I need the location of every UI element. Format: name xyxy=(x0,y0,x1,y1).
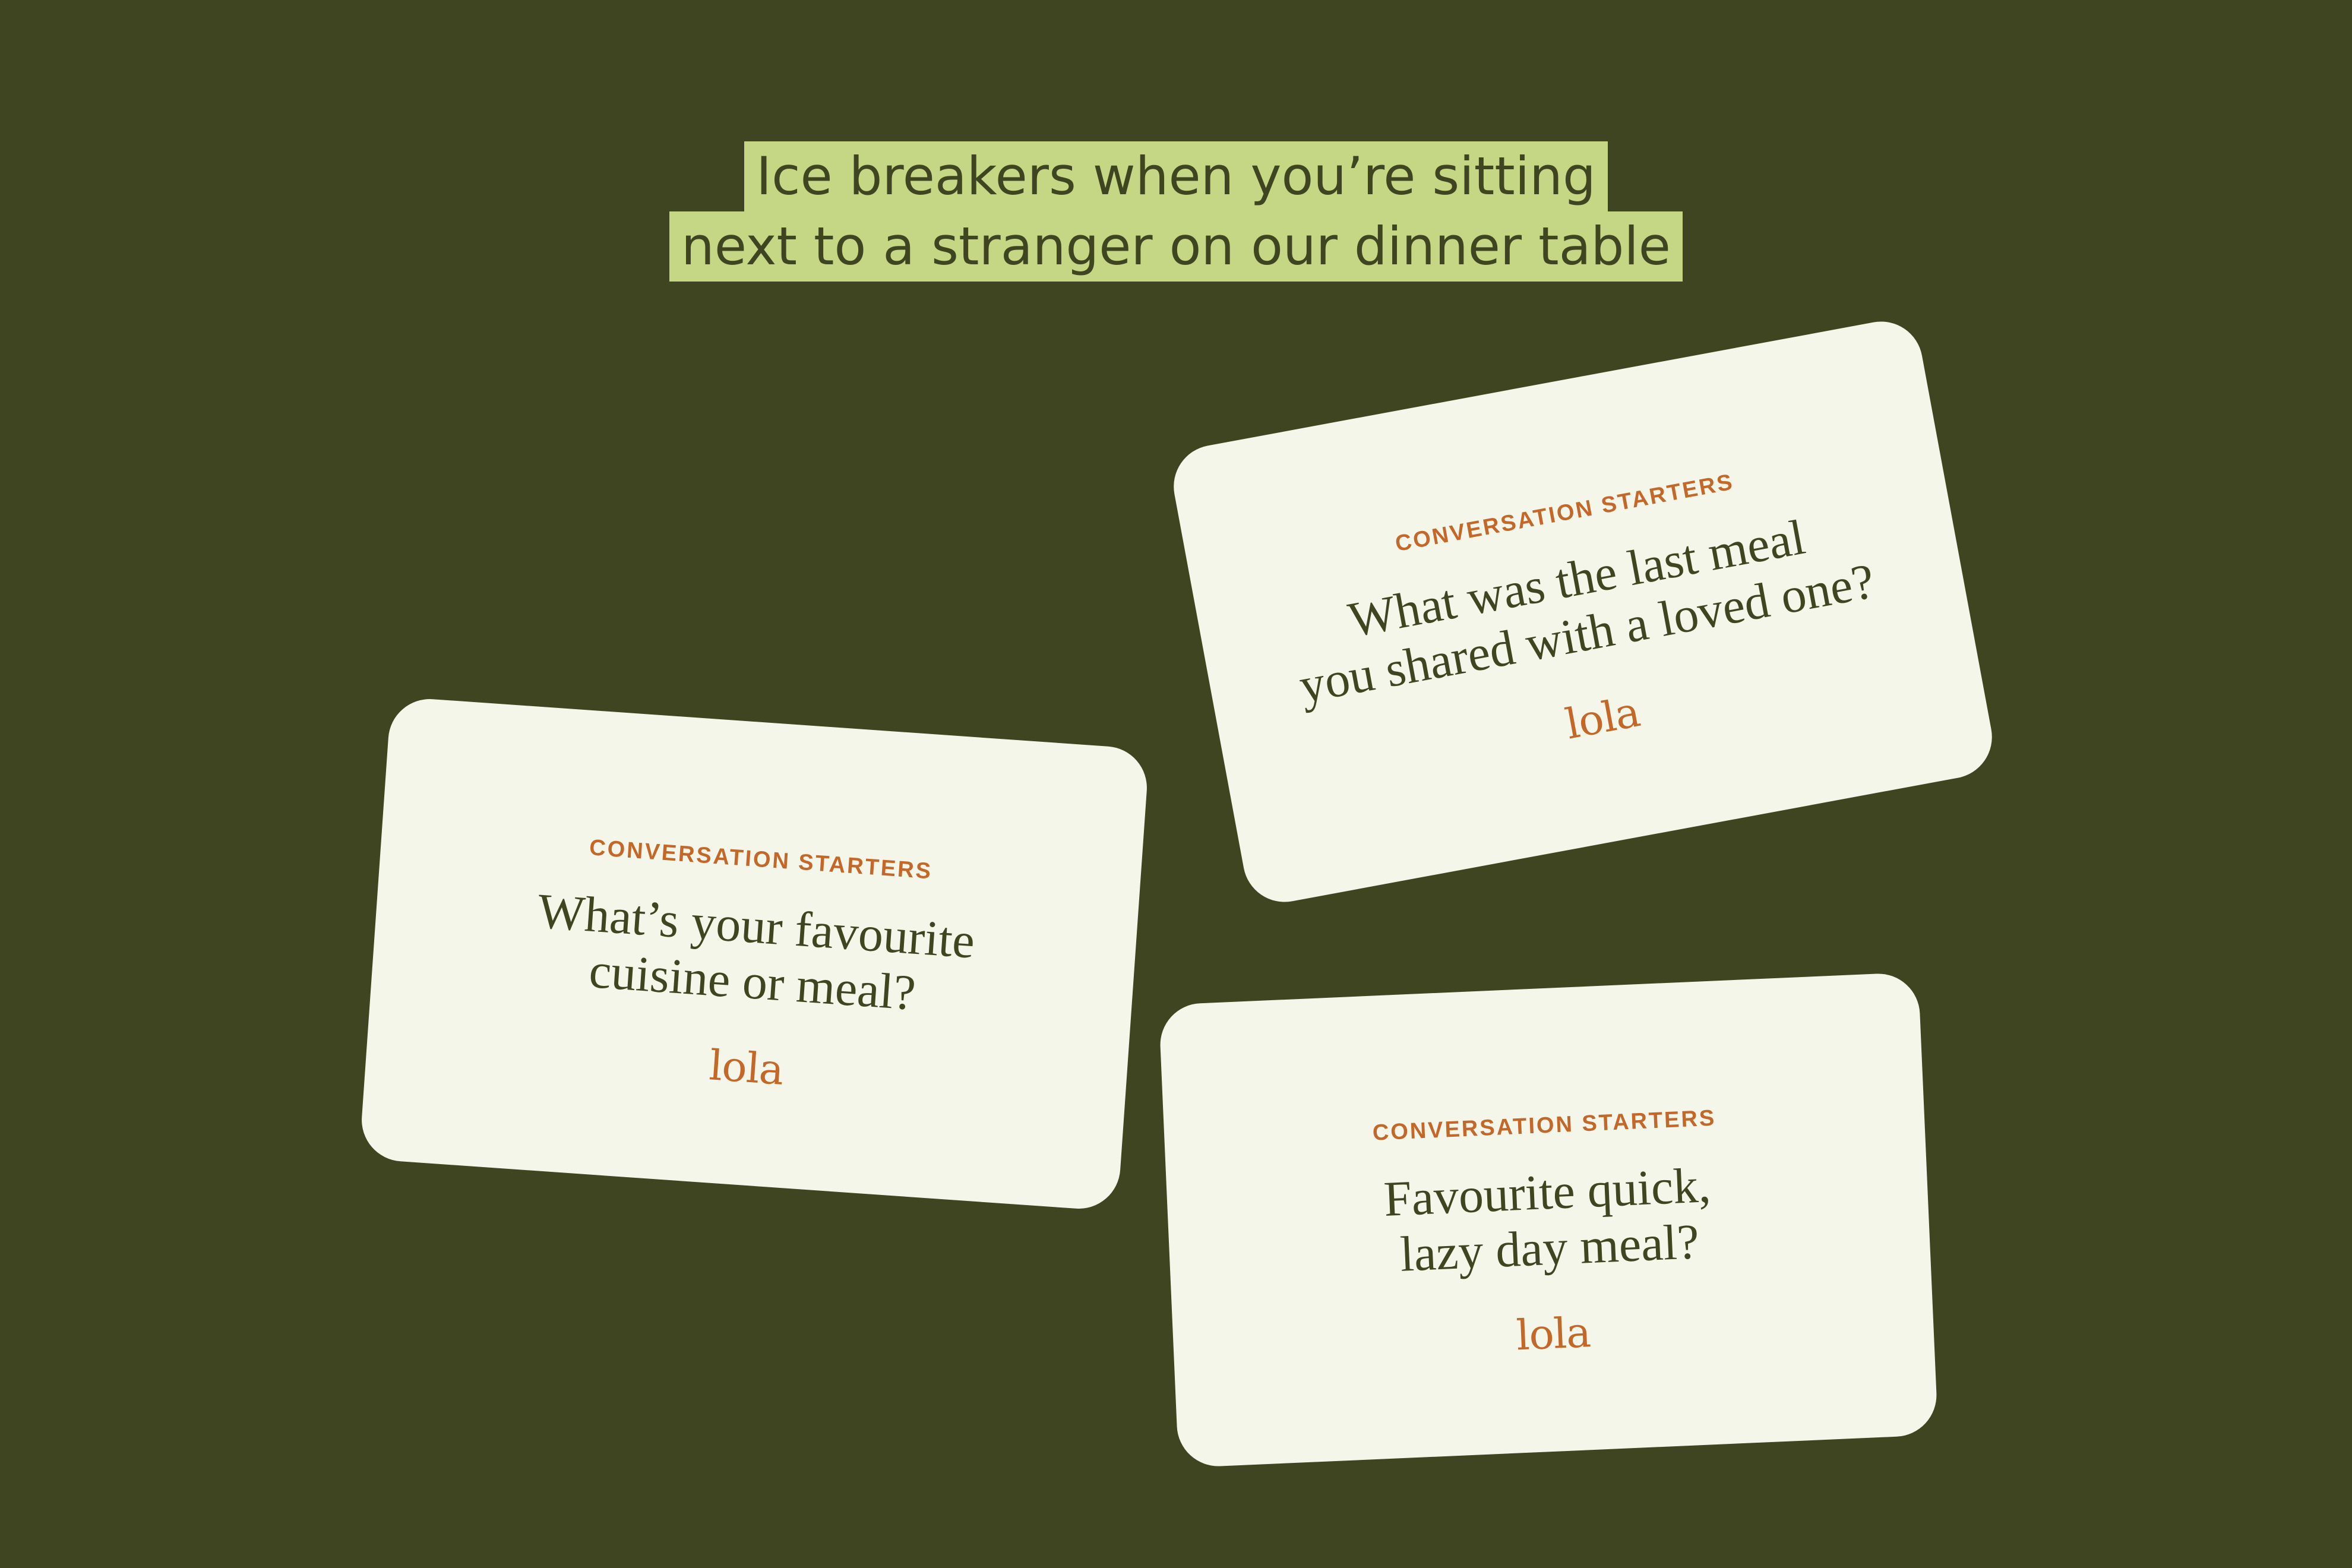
card-question: What’s your favourite cuisine or meal? xyxy=(371,872,1137,1037)
card-kicker: CONVERSATION STARTERS xyxy=(1372,1105,1717,1146)
conversation-card-favourite-cuisine: CONVERSATION STARTERS What’s your favour… xyxy=(359,696,1150,1212)
lola-logo: lola xyxy=(707,1041,785,1095)
headline-line-1: Ice breakers when you’re sitting xyxy=(744,141,1608,211)
card-question: Favourite quick, lazy day meal? xyxy=(1166,1148,1931,1293)
conversation-card-lazy-day-meal: CONVERSATION STARTERS Favourite quick, l… xyxy=(1158,972,1939,1468)
headline: Ice breakers when you’re sitting next to… xyxy=(0,141,2352,282)
conversation-card-last-meal: CONVERSATION STARTERS What was the last … xyxy=(1166,314,1999,909)
lola-logo: lola xyxy=(1515,1308,1592,1360)
headline-line-2: next to a stranger on our dinner table xyxy=(669,211,1683,282)
